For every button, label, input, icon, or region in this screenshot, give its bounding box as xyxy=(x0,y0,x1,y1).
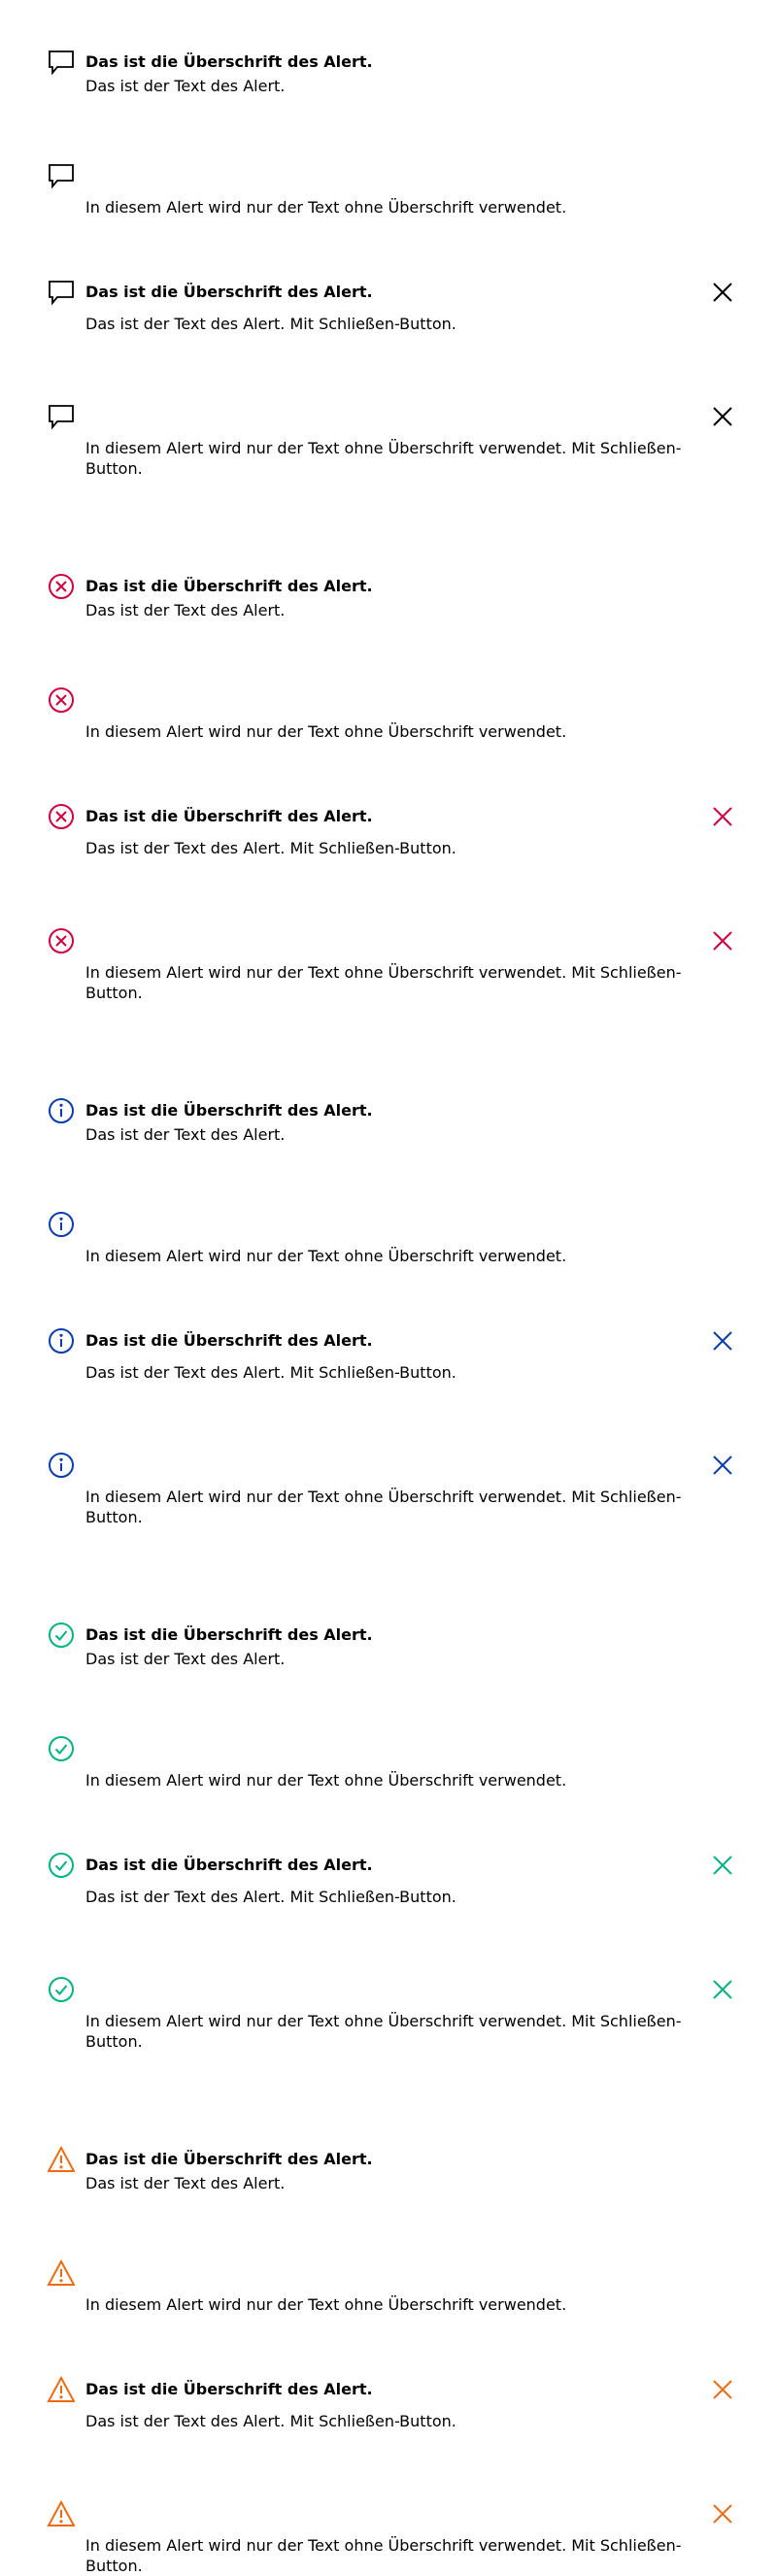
alert-heading: Das ist die Überschrift des Alert. xyxy=(85,1625,373,1644)
alert-heading: Das ist die Überschrift des Alert. xyxy=(85,1331,373,1350)
alert-text: In diesem Alert wird nur der Text ohne Ü… xyxy=(85,2012,682,2051)
alert-text: In diesem Alert wird nur der Text ohne Ü… xyxy=(85,1771,567,1790)
alert-text: In diesem Alert wird nur der Text ohne Ü… xyxy=(85,2295,567,2314)
close-button[interactable] xyxy=(712,1455,733,1476)
alert-heading: Das ist die Überschrift des Alert. xyxy=(85,1856,373,1874)
warning-triangle-icon xyxy=(48,2259,75,2287)
error-circle-x-icon xyxy=(48,686,75,714)
alert-heading: Das ist die Überschrift des Alert. xyxy=(85,807,373,825)
close-button[interactable] xyxy=(712,406,733,427)
warning-triangle-icon xyxy=(48,2500,75,2527)
info-circle-icon xyxy=(48,1097,75,1124)
close-icon xyxy=(712,806,733,827)
close-icon xyxy=(712,1855,733,1876)
alert-text: Das ist der Text des Alert. xyxy=(85,2174,286,2192)
alert-text: Das ist der Text des Alert. xyxy=(85,77,286,95)
alert-text: Das ist der Text des Alert. Mit Schließe… xyxy=(85,2412,456,2430)
close-icon xyxy=(712,1330,733,1352)
check-circle-icon xyxy=(48,1622,75,1649)
close-icon xyxy=(712,2379,733,2400)
warning-triangle-icon xyxy=(48,2146,75,2173)
alert-text: In diesem Alert wird nur der Text ohne Ü… xyxy=(85,1247,567,1265)
error-circle-x-icon xyxy=(48,573,75,600)
close-icon xyxy=(712,930,733,952)
alert-text: In diesem Alert wird nur der Text ohne Ü… xyxy=(85,2536,682,2575)
speech-bubble-icon xyxy=(48,49,75,76)
alert-text: Das ist der Text des Alert. Mit Schließe… xyxy=(85,839,456,857)
close-button[interactable] xyxy=(712,1855,733,1876)
alert-heading: Das ist die Überschrift des Alert. xyxy=(85,283,373,301)
close-icon xyxy=(712,406,733,427)
speech-bubble-icon xyxy=(48,403,75,430)
alert-text: In diesem Alert wird nur der Text ohne Ü… xyxy=(85,963,682,1002)
close-button[interactable] xyxy=(712,806,733,827)
alert-heading: Das ist die Überschrift des Alert. xyxy=(85,2150,373,2168)
info-circle-icon xyxy=(48,1327,75,1355)
close-button[interactable] xyxy=(712,2379,733,2400)
alert-heading: Das ist die Überschrift des Alert. xyxy=(85,1101,373,1120)
check-circle-icon xyxy=(48,1852,75,1879)
close-button[interactable] xyxy=(712,930,733,952)
alert-text: Das ist der Text des Alert. Mit Schließe… xyxy=(85,1363,456,1382)
alert-text: Das ist der Text des Alert. Mit Schließe… xyxy=(85,1888,456,1906)
error-circle-x-icon xyxy=(48,803,75,830)
alert-text: In diesem Alert wird nur der Text ohne Ü… xyxy=(85,198,567,217)
alert-text: Das ist der Text des Alert. Mit Schließe… xyxy=(85,315,456,333)
alert-text: Das ist der Text des Alert. xyxy=(85,1125,286,1144)
close-icon xyxy=(712,1455,733,1476)
info-circle-icon xyxy=(48,1452,75,1479)
check-circle-icon xyxy=(48,1735,75,1762)
alert-text: In diesem Alert wird nur der Text ohne Ü… xyxy=(85,439,682,478)
alert-text: Das ist der Text des Alert. xyxy=(85,1650,286,1668)
close-button[interactable] xyxy=(712,1330,733,1352)
close-icon xyxy=(712,1979,733,2000)
alert-text: In diesem Alert wird nur der Text ohne Ü… xyxy=(85,722,567,741)
alert-heading: Das ist die Überschrift des Alert. xyxy=(85,52,373,71)
speech-bubble-icon xyxy=(48,279,75,306)
close-button[interactable] xyxy=(712,1979,733,2000)
check-circle-icon xyxy=(48,1976,75,2003)
warning-triangle-icon xyxy=(48,2376,75,2403)
alert-heading: Das ist die Überschrift des Alert. xyxy=(85,2380,373,2398)
error-circle-x-icon xyxy=(48,927,75,954)
info-circle-icon xyxy=(48,1211,75,1238)
speech-bubble-icon xyxy=(48,162,75,189)
alert-text: In diesem Alert wird nur der Text ohne Ü… xyxy=(85,1488,682,1526)
alert-text: Das ist der Text des Alert. xyxy=(85,601,286,619)
close-button[interactable] xyxy=(712,282,733,303)
alert-heading: Das ist die Überschrift des Alert. xyxy=(85,577,373,595)
close-icon xyxy=(712,282,733,303)
